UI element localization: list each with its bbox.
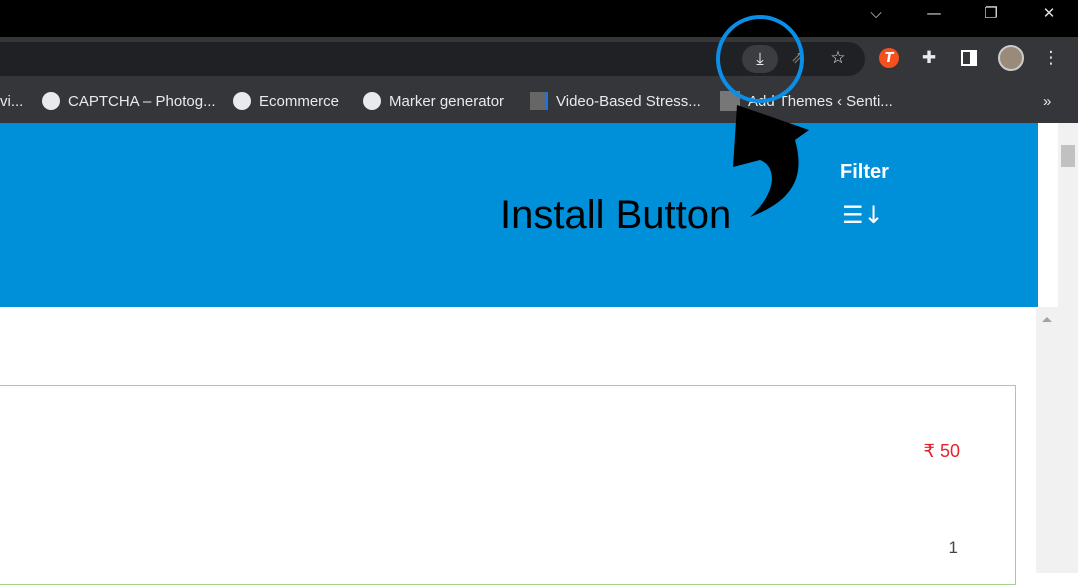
page-scrollbar[interactable] xyxy=(1058,123,1078,573)
gutter xyxy=(1038,123,1058,307)
bookmark-label: Marker generator xyxy=(389,92,505,110)
chevron-down-icon: ⌵ xyxy=(870,4,882,22)
menu-icon: ⋮ xyxy=(1042,48,1060,68)
close-button[interactable]: ✕ xyxy=(1026,0,1072,26)
product-card: ₹ 50 1 xyxy=(0,385,1016,585)
menu-button[interactable]: ⋮ xyxy=(1035,42,1067,74)
bookmarks-bar: vi... CAPTCHA – Photog... Ecommerce Mark… xyxy=(0,78,1078,123)
globe-icon xyxy=(363,92,381,110)
bookmark-item[interactable]: Marker generator xyxy=(363,90,504,112)
quantity: 1 xyxy=(948,538,958,557)
page-header: Install Button Filter ☰↓ xyxy=(0,123,1038,307)
price: ₹ 50 xyxy=(923,441,960,461)
puzzle-icon: ✚ xyxy=(921,48,937,68)
bookmark-item[interactable]: Ecommerce xyxy=(233,90,339,112)
bookmark-label: Video-Based Stress... xyxy=(556,92,701,110)
profile-button[interactable] xyxy=(995,42,1027,74)
annotation-circle xyxy=(716,15,804,103)
bookmark-star-button[interactable]: ☆ xyxy=(822,42,854,74)
tab-search-button[interactable]: ⌵ xyxy=(853,0,899,26)
filter-label[interactable]: Filter xyxy=(840,161,889,184)
star-icon: ☆ xyxy=(830,48,846,68)
restore-icon: ❐ xyxy=(984,4,998,22)
sort-icon[interactable]: ☰↓ xyxy=(842,201,884,229)
scrollbar-thumb[interactable] xyxy=(1061,145,1075,167)
annotation-label: Install Button xyxy=(500,193,732,237)
annotation-arrow-icon xyxy=(733,105,809,217)
minimize-icon: — xyxy=(926,4,942,22)
bookmark-label: CAPTCHA – Photog... xyxy=(68,92,216,110)
scroll-up-icon[interactable] xyxy=(1042,317,1052,322)
avatar xyxy=(998,45,1024,71)
content-scrollbar[interactable] xyxy=(1036,307,1058,573)
extensions-button[interactable]: ✚ xyxy=(913,42,945,74)
browser-toolbar: ⤓ ⇗ ☆ T ✚ ⋮ xyxy=(0,37,1078,78)
restore-button[interactable]: ❐ xyxy=(968,0,1014,26)
chevron-icon xyxy=(530,92,548,110)
bookmark-label: vi... xyxy=(0,92,24,110)
side-panel-icon xyxy=(961,50,977,66)
extension-button[interactable]: T xyxy=(873,42,905,74)
title-bar: ⌵ — ❐ ✕ xyxy=(0,0,1078,37)
bookmark-item[interactable]: CAPTCHA – Photog... xyxy=(42,90,216,112)
globe-icon xyxy=(42,92,60,110)
extension-t-icon: T xyxy=(879,48,899,68)
minimize-button[interactable]: — xyxy=(911,0,957,26)
github-icon xyxy=(233,92,251,110)
bookmark-item[interactable]: vi... xyxy=(0,90,23,112)
bookmark-item[interactable]: Video-Based Stress... xyxy=(530,90,701,112)
overflow-icon: » xyxy=(1043,92,1052,110)
close-icon: ✕ xyxy=(1042,4,1056,22)
bookmark-label: Ecommerce xyxy=(259,92,340,110)
side-panel-button[interactable] xyxy=(953,42,985,74)
bookmarks-overflow-button[interactable]: » xyxy=(1043,90,1051,112)
